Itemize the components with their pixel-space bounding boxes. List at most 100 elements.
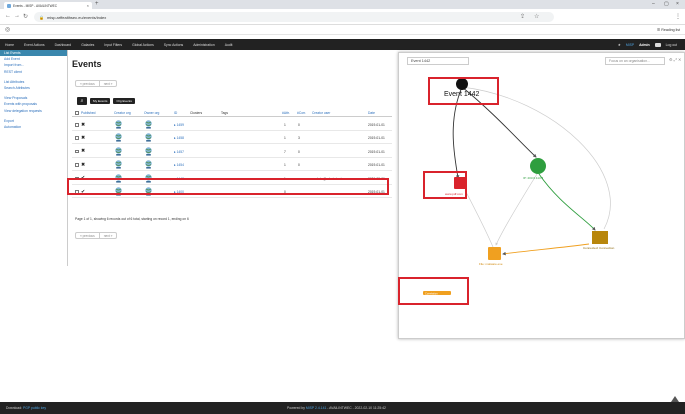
- table-row[interactable]: ✖ ▸ 1458 1 3 2019-01-01: [72, 131, 392, 145]
- nav-global-actions[interactable]: Global Actions: [127, 43, 159, 47]
- event-id: 1458: [176, 136, 184, 141]
- envelope-icon[interactable]: [654, 42, 661, 47]
- row-checkbox[interactable]: [75, 149, 79, 154]
- pagination-info: Page 1 of 1, showing 6 records out of 6 …: [75, 217, 189, 221]
- col-owner-org[interactable]: Owner org: [144, 111, 159, 115]
- col-clusters: Clusters: [190, 110, 203, 115]
- minimize-icon[interactable]: –: [652, 1, 655, 7]
- corr-count: 3: [298, 136, 300, 141]
- col-published[interactable]: Published: [81, 111, 95, 115]
- edge-green-brown: [538, 173, 596, 231]
- nav-home[interactable]: Home: [0, 43, 19, 47]
- pgp-key-link[interactable]: PGP public key: [23, 406, 46, 410]
- pager-next-button[interactable]: next »: [100, 81, 117, 86]
- favicon-icon: [7, 3, 11, 8]
- pager-prev-button[interactable]: « previous: [76, 81, 100, 86]
- close-tab-icon[interactable]: ×: [87, 3, 89, 8]
- orange-node-icon[interactable]: [488, 247, 501, 260]
- select-all-checkbox[interactable]: [75, 111, 79, 115]
- chrome-logo-icon: ◎: [5, 27, 11, 33]
- org-logo-icon[interactable]: [145, 160, 152, 169]
- edge-red-orange: [464, 189, 494, 248]
- event-date: 2019-01-01: [368, 163, 385, 168]
- col-attr[interactable]: #Attr.: [282, 111, 290, 115]
- nav-galaxies[interactable]: Galaxies: [76, 43, 99, 47]
- star-icon[interactable]: ★: [618, 43, 621, 47]
- browser-tab-strip: Events - MISP - AVAILINTWEC × + – ▢ ×: [0, 0, 685, 9]
- org-logo-icon[interactable]: [115, 160, 122, 169]
- forward-icon[interactable]: →: [14, 13, 20, 19]
- browser-menu-icon[interactable]: ⋮: [675, 13, 681, 20]
- org-logo-icon[interactable]: [115, 133, 122, 142]
- corr-count: 0: [298, 163, 300, 168]
- back-icon[interactable]: ←: [5, 13, 11, 19]
- event-date: 2019-01-01: [368, 149, 385, 154]
- table-row[interactable]: ✖ ▸ 1457 7 0 2019-01-01: [72, 145, 392, 158]
- pager-bottom: « previous next »: [75, 232, 118, 239]
- nav-right-group: ★ MISP Admin Log out: [618, 42, 685, 47]
- address-bar[interactable]: 🔒 misp.arffealthsec.eu/events/index: [34, 12, 554, 22]
- browser-tab[interactable]: Events - MISP - AVAILINTWEC ×: [4, 2, 92, 9]
- new-tab-icon[interactable]: +: [95, 1, 99, 7]
- nav-input-filters[interactable]: Input Filters: [99, 43, 127, 47]
- my-events-button[interactable]: My Events: [90, 98, 111, 104]
- row-checkbox[interactable]: [75, 136, 79, 140]
- graph-brown-label: Connected: Connection: [583, 246, 615, 250]
- col-id[interactable]: ID: [174, 111, 177, 115]
- event-date: 2019-01-01: [368, 123, 385, 127]
- nav-event-actions[interactable]: Event Actions: [19, 43, 50, 47]
- col-corr[interactable]: #Corr.: [297, 111, 306, 115]
- highlight-tag-node: [398, 277, 469, 305]
- pager-prev-button[interactable]: « previous: [76, 233, 100, 238]
- org-logo-icon[interactable]: [145, 147, 152, 156]
- nav-logout[interactable]: Log out: [666, 43, 677, 47]
- org-logo-icon[interactable]: [145, 133, 152, 142]
- nav-org[interactable]: MISP: [626, 43, 634, 47]
- bookmark-star-icon[interactable]: ☆: [534, 13, 539, 20]
- org-logo-icon[interactable]: [115, 147, 122, 156]
- nav-user[interactable]: Admin: [639, 43, 650, 47]
- table-row[interactable]: ✖ ▸ 1454 1 0 2019-01-01: [72, 158, 392, 172]
- published-status: ✖: [81, 134, 86, 141]
- misp-version-link[interactable]: MISP 2.4.141: [306, 406, 326, 410]
- row-checkbox[interactable]: [75, 123, 79, 127]
- share-icon[interactable]: ⇪: [520, 13, 525, 20]
- maximize-icon[interactable]: ▢: [664, 1, 669, 7]
- events-main: Events « previous next » ⌕ My Events Org…: [72, 50, 392, 270]
- search-icon[interactable]: ⌕: [77, 97, 87, 105]
- browser-toolbar: ← → ↻ 🔒 misp.arffealthsec.eu/events/inde…: [0, 9, 685, 25]
- event-id: 1457: [176, 149, 184, 154]
- published-status: ✖: [81, 161, 86, 168]
- scroll-to-top-icon[interactable]: [671, 396, 679, 402]
- org-logo-icon[interactable]: [115, 120, 122, 129]
- org-events-button[interactable]: Org Events: [113, 98, 135, 104]
- app-navbar: Home Event Actions Dashboard Galaxies In…: [0, 39, 685, 50]
- green-globe-node-icon[interactable]: [530, 158, 546, 174]
- sidebar: List Events Add Event Import from... RES…: [0, 50, 68, 266]
- table-row[interactable]: ✖ ▸ 1459 1 0 2019-01-01: [72, 118, 392, 131]
- col-creator-user[interactable]: Creator user: [312, 111, 330, 115]
- nav-sync-actions[interactable]: Sync Actions: [159, 43, 188, 47]
- reload-icon[interactable]: ↻: [23, 13, 28, 20]
- col-date[interactable]: Date: [368, 111, 375, 115]
- col-creator-org[interactable]: Creator org: [114, 111, 131, 115]
- sidebar-item-automation[interactable]: Automation: [0, 124, 67, 130]
- row-checkbox[interactable]: [75, 163, 79, 167]
- corr-count: 0: [298, 149, 300, 154]
- browser-tab-title: Events - MISP - AVAILINTWEC: [13, 3, 58, 8]
- event-id-link[interactable]: ▸ 1459: [174, 123, 184, 127]
- reading-list-label: Reading list: [661, 27, 680, 32]
- event-id-link[interactable]: ▸ 1454: [174, 163, 184, 167]
- close-window-icon[interactable]: ×: [676, 1, 679, 7]
- nav-administration[interactable]: Administration: [188, 43, 219, 47]
- pager-next-button[interactable]: next »: [100, 233, 117, 238]
- pager-top: « previous next »: [75, 80, 118, 87]
- edge-root-brown: [461, 86, 611, 230]
- org-logo-icon[interactable]: [145, 120, 152, 129]
- nav-audit[interactable]: Audit: [220, 43, 238, 47]
- nav-dashboard[interactable]: Dashboard: [50, 43, 77, 47]
- brown-node-icon[interactable]: [592, 231, 608, 244]
- event-id-link[interactable]: ▸ 1457: [174, 150, 184, 154]
- reading-list[interactable]: ☰ Reading list: [657, 28, 680, 32]
- event-id-link[interactable]: ▸ 1458: [174, 136, 184, 140]
